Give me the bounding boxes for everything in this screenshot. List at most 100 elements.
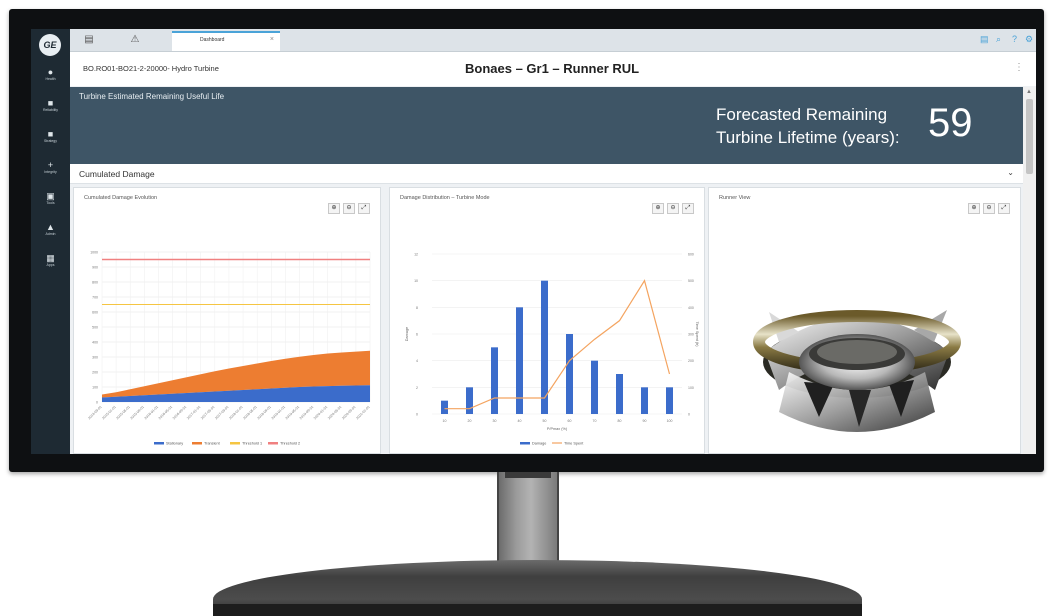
x-tick-label: 2021-01-01 [355,405,371,421]
y-tick-label: 100 [92,386,98,390]
forecast-value: 59 [928,101,973,145]
y-tick-label: 200 [92,371,98,375]
x-tick-label: 2019-05-01 [285,405,301,421]
y-axis-label: Damage [405,327,409,341]
page-header: BO.RO01-BO21-2-20000- Hydro Turbine Bona… [70,52,1036,86]
y-tick-label: 900 [92,266,98,270]
bar-damage [641,387,648,414]
chevron-down-icon[interactable]: ⌄ [1007,168,1014,177]
x-tick-label: 2017-09-01 [214,405,230,421]
x-tick-label: 2018-01-01 [228,405,244,421]
x-tick-label: 90 [643,419,647,423]
bar-damage [591,360,598,414]
more-menu-icon[interactable]: ⋮ [1014,62,1024,73]
legend-swatch [268,442,278,445]
vertical-scrollbar[interactable]: ▲ [1023,87,1036,454]
list-icon[interactable]: ▤ [980,34,989,45]
legend-label: Damage [532,442,546,446]
integrity-icon: + [47,160,54,170]
help-icon[interactable]: ? [1012,34,1017,44]
y2-tick-label: 600 [688,253,694,257]
y-tick-label: 4 [416,359,418,363]
accordion-label: Cumulated Damage [79,169,155,179]
legend-swatch [230,442,240,445]
sidebar-item-label: Tools [46,201,55,205]
runner-view-panel: Runner View ⊕ ⊖ ⤢ [708,187,1021,454]
damage-distribution-panel: Damage Distribution – Turbine Mode ⊕ ⊖ ⤢ 0… [389,187,705,454]
sidebar-item-strategy[interactable]: ■ Strategy [31,129,70,144]
turbine-runner-3d-image[interactable] [709,212,1020,452]
legend-label: Transient [204,442,221,446]
y-tick-label: 300 [92,356,98,360]
reliability-icon: ■ [47,98,54,108]
sidebar-item-tools[interactable]: ▣ Tools [31,191,70,206]
tab-dashboard[interactable]: Dashboard × [172,31,280,51]
y-tick-label: 2 [416,386,418,390]
banner-title: Turbine Estimated Remaining Useful Life [79,92,225,101]
sidebar-item-apps[interactable]: ▦ Apps [31,253,70,268]
tools-icon: ▣ [46,191,55,201]
x-tick-label: 2020-01-01 [313,405,329,421]
strategy-icon: ■ [47,129,54,139]
y-tick-label: 1000 [90,251,98,255]
x-tick-label: 10 [443,419,447,423]
y-tick-label: 600 [92,311,98,315]
x-tick-label: 2016-05-01 [158,405,174,421]
y-tick-label: 500 [92,326,98,330]
x-tick-label: 2020-05-01 [327,405,343,421]
panel-title: Cumulated Damage Evolution [84,195,158,201]
y2-tick-label: 100 [688,386,694,390]
scroll-thumb[interactable] [1026,99,1033,174]
bar-damage [666,387,673,414]
damage-distribution-chart: 0 2 4 6 8 10 12 0 100 200 300 400 500 600 10 20 30 40 50 60… [405,253,699,446]
health-icon: ● [47,67,54,77]
sidebar-item-integrity[interactable]: + Integrity [31,160,70,175]
y2-tick-label: 500 [688,279,694,283]
sidebar-item-label: Reliability [43,108,58,112]
damage-evolution-chart: 010020030040050060070080090010002014-09-… [87,251,371,446]
y2-tick-label: 400 [688,306,694,310]
y2-axis-label: Time Spent (h) [695,322,699,348]
admin-icon: ▲ [46,222,55,232]
y2-tick-label: 200 [688,359,694,363]
x-tick-label: 20 [468,419,472,423]
x-tick-label: 2019-01-01 [271,405,287,421]
x-tick-label: 2018-09-01 [256,405,272,421]
monitor-base-edge [213,604,862,616]
forecast-label-line2: Turbine Lifetime (years): [716,128,900,147]
x-tick-label: 2020-09-01 [341,405,357,421]
legend-swatch [520,442,530,445]
x-tick-label: 30 [493,419,497,423]
legend-swatch [192,442,202,445]
legend-swatch [154,442,164,445]
asset-breadcrumb[interactable]: BO.RO01-BO21-2-20000- Hydro Turbine [83,64,219,73]
ge-logo[interactable]: GE [39,34,61,56]
sidebar-item-reliability[interactable]: ■ Reliability [31,98,70,113]
series-time-spent-line [444,279,671,410]
search-icon[interactable]: ⌕ [996,34,1001,45]
bar-damage [491,347,498,414]
sidebar-item-admin[interactable]: ▲ Admin [31,222,70,237]
x-tick-label: 50 [543,419,547,423]
apps-icon: ▦ [46,253,55,263]
cumulated-damage-accordion[interactable]: Cumulated Damage ⌄ [70,164,1023,184]
panel-title: Runner View [719,195,751,201]
monitor-neck [497,472,559,568]
alert-triangle-icon[interactable]: ⚠ [124,33,146,47]
y-tick-label: 800 [92,281,98,285]
sidebar-item-label: Admin [45,232,56,236]
legend-label: Time Spent [564,442,584,446]
x-tick-label: 2016-09-01 [172,405,188,421]
y-tick-label: 0 [96,401,98,405]
scroll-up-arrow-icon[interactable]: ▲ [1026,89,1032,95]
settings-gear-icon[interactable]: ⚙ [1025,34,1033,45]
dashboard-grid-icon[interactable]: ▤ [78,33,100,47]
tab-close-icon[interactable]: × [270,36,274,43]
y-tick-label: 10 [414,279,418,283]
tab-label: Dashboard [200,37,225,43]
x-tick-label: 2017-05-01 [200,405,216,421]
sidebar-item-label: Integrity [44,170,57,174]
y-tick-label: 6 [416,333,418,337]
bar-damage [616,374,623,414]
sidebar-item-health[interactable]: ● Health [31,67,70,82]
